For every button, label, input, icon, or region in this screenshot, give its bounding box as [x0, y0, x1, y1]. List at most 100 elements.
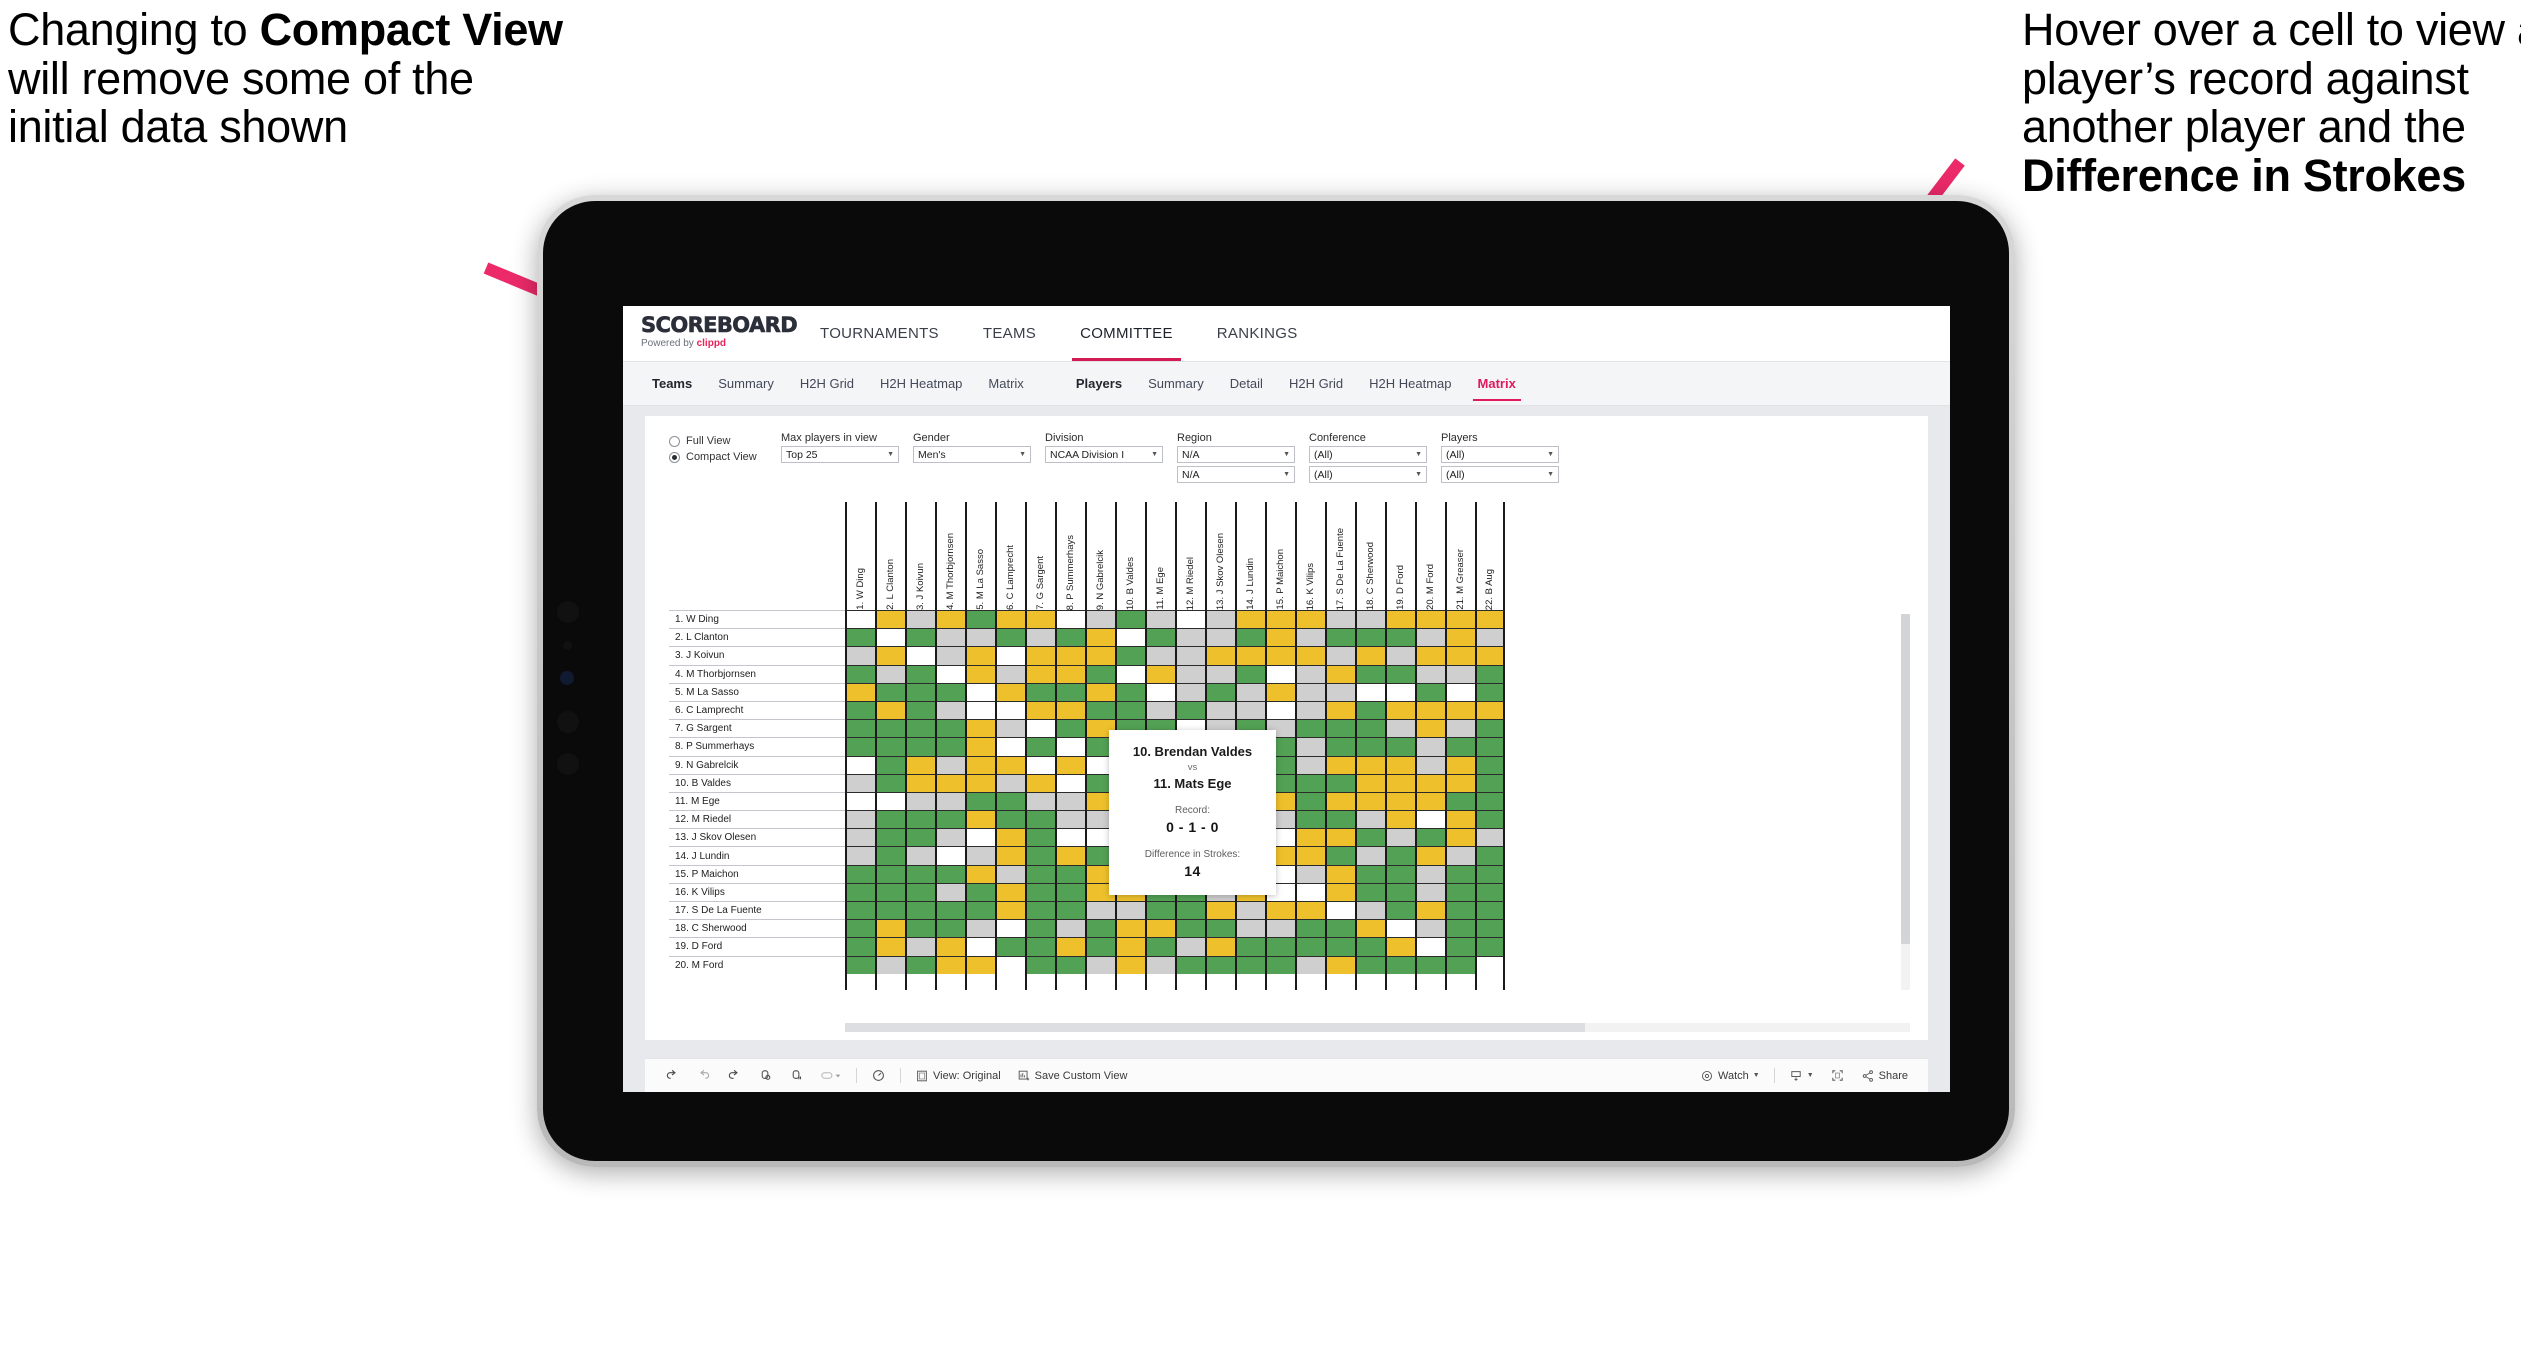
- matrix-cell[interactable]: [1415, 937, 1445, 956]
- matrix-cell[interactable]: [995, 755, 1025, 774]
- matrix-cell[interactable]: [1415, 901, 1445, 920]
- matrix-col-header[interactable]: 2. L Clanton: [875, 502, 905, 610]
- matrix-cell[interactable]: [1385, 937, 1415, 956]
- matrix-col-header[interactable]: 15. P Maichon: [1265, 502, 1295, 610]
- matrix-cell[interactable]: [1325, 901, 1355, 920]
- matrix-cell[interactable]: [1145, 955, 1175, 974]
- matrix-cell[interactable]: [1325, 682, 1355, 701]
- matrix-cell[interactable]: [1145, 937, 1175, 956]
- matrix-row-header[interactable]: 1. W Ding: [669, 610, 845, 629]
- matrix-col-header[interactable]: 3. J Koivun: [905, 502, 935, 610]
- matrix-cell[interactable]: [905, 755, 935, 774]
- matrix-cell[interactable]: [1025, 955, 1055, 974]
- matrix-cell[interactable]: [1115, 646, 1145, 665]
- matrix-cell[interactable]: [1355, 955, 1385, 974]
- matrix-cell[interactable]: [1445, 755, 1475, 774]
- matrix-cell[interactable]: [1355, 791, 1385, 811]
- view-shape-icon[interactable]: [812, 1068, 850, 1083]
- matrix-cell[interactable]: [1055, 846, 1085, 865]
- matrix-cell[interactable]: [1175, 682, 1205, 701]
- matrix-cell[interactable]: [1445, 810, 1475, 829]
- matrix-cell[interactable]: [1055, 719, 1085, 738]
- matrix-cell[interactable]: [1355, 628, 1385, 647]
- matrix-cell[interactable]: [845, 846, 875, 865]
- matrix-cell[interactable]: [1115, 700, 1145, 720]
- horizontal-scrollbar-thumb[interactable]: [845, 1023, 1585, 1032]
- matrix-cell[interactable]: [965, 773, 995, 792]
- matrix-cell[interactable]: [1235, 937, 1265, 956]
- matrix-cell[interactable]: [905, 919, 935, 938]
- subnav-players-summary[interactable]: Summary: [1135, 362, 1217, 405]
- filter-select-0[interactable]: (All) ▼: [1309, 446, 1427, 463]
- matrix-cell[interactable]: [1145, 919, 1175, 938]
- matrix-cell[interactable]: [995, 610, 1025, 629]
- matrix-cell[interactable]: [845, 682, 875, 701]
- matrix-cell[interactable]: [1325, 810, 1355, 829]
- vertical-scrollbar-thumb[interactable]: [1901, 614, 1910, 944]
- matrix-cell[interactable]: [1475, 937, 1505, 956]
- matrix-cell[interactable]: [905, 646, 935, 665]
- matrix-cell[interactable]: [1145, 646, 1175, 665]
- matrix-cell[interactable]: [1445, 773, 1475, 792]
- matrix-cell[interactable]: [1025, 937, 1055, 956]
- brand-logo[interactable]: SCOREBOARD Powered by clippd: [623, 306, 798, 361]
- matrix-cell[interactable]: [1055, 791, 1085, 811]
- matrix-cell[interactable]: [1295, 937, 1325, 956]
- matrix-col-header[interactable]: 6. C Lamprecht: [995, 502, 1025, 610]
- matrix-cell[interactable]: [1355, 937, 1385, 956]
- matrix-cell[interactable]: [1385, 810, 1415, 829]
- share-button[interactable]: Share: [1853, 1069, 1916, 1083]
- subnav-players-matrix[interactable]: Matrix: [1465, 362, 1529, 405]
- matrix-cell[interactable]: [1475, 628, 1505, 647]
- matrix-cell[interactable]: [1145, 901, 1175, 920]
- matrix-cell[interactable]: [995, 828, 1025, 847]
- matrix-cell[interactable]: [935, 664, 965, 683]
- matrix-cell[interactable]: [845, 646, 875, 665]
- matrix-cell[interactable]: [995, 846, 1025, 865]
- matrix-col-header[interactable]: 5. M La Sasso: [965, 502, 995, 610]
- fullscreen-icon[interactable]: [1822, 1068, 1853, 1083]
- matrix-col-header[interactable]: 1. W Ding: [845, 502, 875, 610]
- matrix-cell[interactable]: [1205, 901, 1235, 920]
- matrix-cell[interactable]: [1025, 791, 1055, 811]
- undo-icon[interactable]: [657, 1068, 688, 1083]
- matrix-cell[interactable]: [875, 737, 905, 756]
- matrix-cell[interactable]: [995, 628, 1025, 647]
- matrix-cell[interactable]: [965, 610, 995, 629]
- matrix-cell[interactable]: [1265, 937, 1295, 956]
- matrix-cell[interactable]: [1445, 719, 1475, 738]
- matrix-row-header[interactable]: 15. P Maichon: [669, 864, 845, 883]
- matrix-cell[interactable]: [1355, 882, 1385, 901]
- matrix-cell[interactable]: [1055, 810, 1085, 829]
- matrix-cell[interactable]: [1415, 755, 1445, 774]
- matrix-cell[interactable]: [1355, 737, 1385, 756]
- matrix-cell[interactable]: [1445, 864, 1475, 883]
- matrix-cell[interactable]: [1325, 755, 1355, 774]
- matrix-cell[interactable]: [1025, 737, 1055, 756]
- matrix-cell[interactable]: [1025, 646, 1055, 665]
- matrix-cell[interactable]: [1025, 664, 1055, 683]
- subnav-players-h2h-heatmap[interactable]: H2H Heatmap: [1356, 362, 1464, 405]
- matrix-col-header[interactable]: 13. J Skov Olesen: [1205, 502, 1235, 610]
- matrix-cell[interactable]: [1085, 937, 1115, 956]
- matrix-cell[interactable]: [1055, 882, 1085, 901]
- matrix-cell[interactable]: [1295, 737, 1325, 756]
- matrix-cell[interactable]: [1175, 919, 1205, 938]
- matrix-col-header[interactable]: 4. M Thorbjornsen: [935, 502, 965, 610]
- matrix-row-header[interactable]: 4. M Thorbjornsen: [669, 664, 845, 683]
- matrix-cell[interactable]: [1325, 610, 1355, 629]
- matrix-cell[interactable]: [1175, 901, 1205, 920]
- matrix-cell[interactable]: [845, 828, 875, 847]
- matrix-cell[interactable]: [965, 737, 995, 756]
- matrix-cell[interactable]: [1445, 700, 1475, 720]
- matrix-cell[interactable]: [1265, 700, 1295, 720]
- matrix-row-header[interactable]: 6. C Lamprecht: [669, 700, 845, 720]
- matrix-cell[interactable]: [965, 882, 995, 901]
- matrix-cell[interactable]: [1205, 646, 1235, 665]
- view-mode-radio-group[interactable]: Full View Compact View: [669, 432, 781, 467]
- matrix-cell[interactable]: [1205, 682, 1235, 701]
- matrix-cell[interactable]: [1445, 664, 1475, 683]
- matrix-cell[interactable]: [1415, 737, 1445, 756]
- matrix-cell[interactable]: [1385, 846, 1415, 865]
- matrix-cell[interactable]: [905, 955, 935, 974]
